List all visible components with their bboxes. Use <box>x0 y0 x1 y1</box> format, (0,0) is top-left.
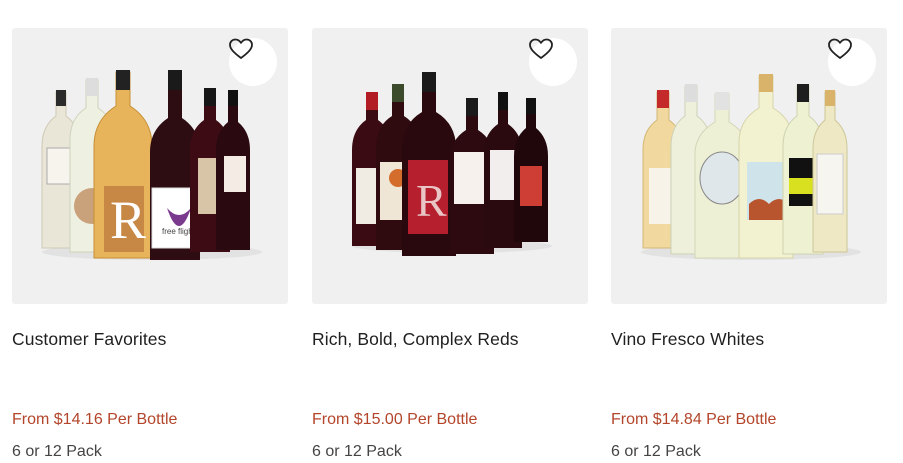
favorite-button[interactable] <box>529 38 577 86</box>
product-title[interactable]: Rich, Bold, Complex Reds <box>312 329 519 350</box>
product-card-rich-bold-complex-reds[interactable]: R Rich, Bold, Complex Reds From $15.00 P… <box>312 28 588 463</box>
svg-text:R: R <box>416 175 447 226</box>
product-pack-size: 6 or 12 Pack <box>12 443 102 460</box>
product-image[interactable]: R <box>312 28 588 304</box>
svg-text:R: R <box>110 190 146 250</box>
product-card-customer-favorites[interactable]: R free flight Customer Favorites From $1… <box>12 28 288 463</box>
favorite-button[interactable] <box>229 38 277 86</box>
heart-outline-icon <box>529 38 553 59</box>
product-price: From $15.00 Per Bottle <box>312 411 478 428</box>
product-price: From $14.16 Per Bottle <box>12 411 178 428</box>
heart-outline-icon <box>229 38 253 59</box>
product-price: From $14.84 Per Bottle <box>611 411 777 428</box>
product-pack-size: 6 or 12 Pack <box>312 443 402 460</box>
product-image[interactable]: R free flight <box>12 28 288 304</box>
product-image[interactable] <box>611 28 887 304</box>
product-pack-size: 6 or 12 Pack <box>611 443 701 460</box>
favorite-button[interactable] <box>828 38 876 86</box>
product-title[interactable]: Customer Favorites <box>12 329 166 350</box>
product-title[interactable]: Vino Fresco Whites <box>611 329 764 350</box>
product-card-vino-fresco-whites[interactable]: Vino Fresco Whites From $14.84 Per Bottl… <box>611 28 887 463</box>
heart-outline-icon <box>828 38 852 59</box>
